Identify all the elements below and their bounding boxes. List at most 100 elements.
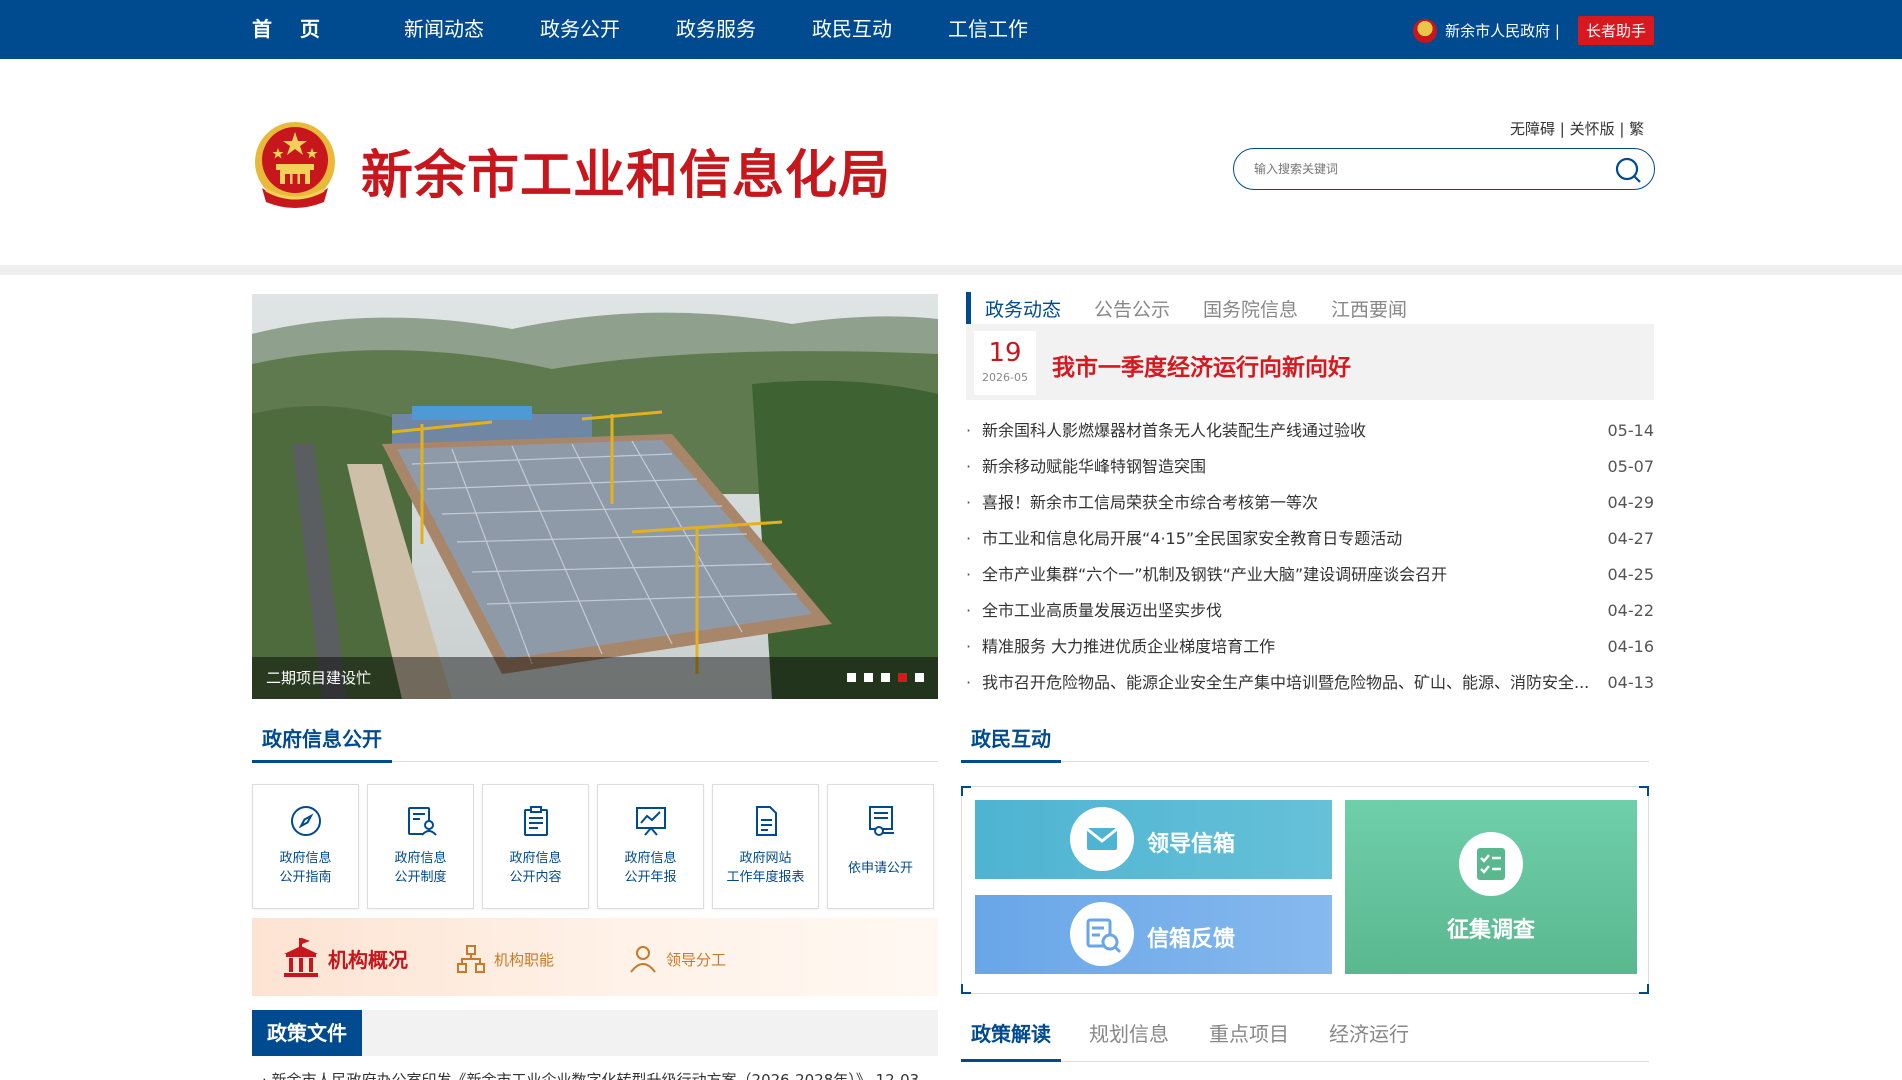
carousel-dot[interactable] [881, 673, 890, 682]
carousel-image [252, 294, 938, 699]
card-label: 政府网站 工作年度报表 [726, 851, 805, 885]
carousel-dot[interactable] [915, 673, 924, 682]
headline-title[interactable]: 我市一季度经济运行向新向好 [1052, 348, 1351, 382]
interaction-box: 领导信箱 信箱反馈 征集调查 [961, 786, 1649, 994]
list-item[interactable]: 我市召开危险物品、能源企业安全生产集中培训暨危险物品、矿山、能源、消防安全...… [966, 665, 1654, 701]
org-overview-link[interactable]: 机构概况 [282, 938, 408, 978]
leader-division-link[interactable]: 领导分工 [628, 944, 726, 974]
national-emblem-icon [1413, 18, 1438, 43]
header-divider [0, 265, 1902, 275]
carousel-caption[interactable]: 二期项目建设忙 [266, 667, 371, 688]
list-item[interactable]: 精准服务 大力推进优质企业梯度培育工作 04-16 [966, 629, 1654, 665]
application-form-icon [868, 806, 894, 836]
government-building-icon [284, 938, 318, 977]
nav-item-news[interactable]: 新闻动态 [404, 0, 484, 59]
nav-menu: 首页 新闻动态 政务公开 政务服务 政民互动 工信工作 [252, 0, 1084, 69]
card-apply-disclosure[interactable]: 依申请公开 [827, 784, 934, 909]
card-disclosure-system[interactable]: 政府信息 公开制度 [367, 784, 474, 909]
gov-info-title[interactable]: 政府信息公开 [252, 719, 392, 763]
interaction-header: 政民互动 [961, 706, 1649, 763]
survey-button[interactable]: 征集调查 [1345, 800, 1637, 974]
org-banner: 机构概况 机构职能 领导分工 [252, 918, 938, 996]
tab-gov-news[interactable]: 政务动态 [985, 295, 1061, 322]
tab-announcements[interactable]: 公告公示 [1094, 295, 1170, 322]
corner-mark [1639, 984, 1649, 994]
accessibility-links[interactable]: 无障碍 | 关怀版 | 繁 [1510, 118, 1644, 139]
compass-icon [290, 806, 321, 836]
list-item[interactable]: 全市工业高质量发展迈出坚实步伐 04-22 [966, 593, 1654, 629]
carousel-dot-active[interactable] [898, 673, 907, 682]
card-website-report[interactable]: 政府网站 工作年度报表 [712, 784, 819, 909]
search-icon[interactable] [1614, 156, 1642, 184]
chart-board-icon [635, 807, 666, 836]
news-date: 04-16 [1607, 637, 1655, 656]
site-title: 新余市工业和信息化局 [361, 146, 892, 206]
tab-policy-interpretation[interactable]: 政策解读 [961, 1018, 1061, 1062]
news-date: 04-27 [1607, 529, 1655, 548]
list-item[interactable]: 全市产业集群“六个一”机制及钢铁“产业大脑”建设调研座谈会召开 04-25 [966, 557, 1654, 593]
leader-division-label: 领导分工 [666, 950, 727, 969]
gov-info-cards: 政府信息 公开指南 政府信息 公开制度 政府信息 公开内容 政府信息 公开年报 [252, 784, 934, 909]
search-input[interactable] [1254, 159, 1594, 179]
card-annual-report[interactable]: 政府信息 公开年报 [597, 784, 704, 909]
news-title: 市工业和信息化局开展“4·15”全民国家安全教育日专题活动 [982, 529, 1403, 548]
news-title: 我市召开危险物品、能源企业安全生产集中培训暨危险物品、矿山、能源、消防安全... [982, 673, 1590, 692]
corner-mark [961, 786, 971, 796]
search-document-icon [1070, 902, 1134, 966]
list-item[interactable]: 喜报！新余市工信局荣获全市综合考核第一等次 04-29 [966, 485, 1654, 521]
card-label: 政府信息 公开年报 [624, 851, 677, 885]
news-tabs: 政务动态 公告公示 国务院信息 江西要闻 [966, 292, 1440, 324]
elder-assistant-button[interactable]: 长者助手 [1577, 16, 1654, 45]
tab-key-projects[interactable]: 重点项目 [1209, 1018, 1289, 1062]
person-icon [630, 946, 656, 973]
leader-mailbox-button[interactable]: 领导信箱 [975, 800, 1332, 879]
org-functions-label: 机构职能 [494, 950, 555, 969]
policy-tabs: 政策解读 规划信息 重点项目 经济运行 [961, 1004, 1649, 1062]
image-carousel[interactable]: 二期项目建设忙 [252, 294, 938, 699]
org-functions-link[interactable]: 机构职能 [456, 944, 554, 974]
policy-doc-item[interactable]: · 新余市人民政府办公室印发《新余市工业企业数字化转型升级行动方案（2026-2… [262, 1069, 938, 1080]
policy-docs-bar: 政策文件 [252, 1010, 938, 1056]
news-title: 喜报！新余市工信局荣获全市综合考核第一等次 [982, 493, 1319, 512]
card-disclosure-guide[interactable]: 政府信息 公开指南 [252, 784, 359, 909]
mailbox-feedback-button[interactable]: 信箱反馈 [975, 895, 1332, 974]
nav-right: 新余市人民政府 | 长者助手 [1413, 16, 1654, 45]
tab-planning-info[interactable]: 规划信息 [1089, 1018, 1169, 1062]
carousel-dot[interactable] [864, 673, 873, 682]
nav-item-interaction[interactable]: 政民互动 [812, 0, 892, 59]
top-nav-inner: 首页 新闻动态 政务公开 政务服务 政民互动 工信工作 新余市人民政府 | 长者… [252, 0, 1654, 69]
carousel-dot[interactable] [847, 673, 856, 682]
list-item[interactable]: 新余移动赋能华峰特钢智造突围 05-07 [966, 449, 1654, 485]
nav-item-industry-work[interactable]: 工信工作 [948, 0, 1028, 59]
carousel-dots [839, 673, 924, 682]
news-list: 新余国科人影燃爆器材首条无人化装配生产线通过验收 05-14 新余移动赋能华峰特钢… [966, 413, 1654, 701]
headline-news: 19 2026-05 我市一季度经济运行向新向好 [966, 324, 1654, 400]
headline-date: 19 2026-05 [974, 331, 1036, 395]
tab-state-council[interactable]: 国务院信息 [1203, 295, 1298, 322]
top-nav-bar: 首页 新闻动态 政务公开 政务服务 政民互动 工信工作 新余市人民政府 | 长者… [0, 0, 1902, 69]
list-item[interactable]: 新余国科人影燃爆器材首条无人化装配生产线通过验收 05-14 [966, 413, 1654, 449]
gov-info-header: 政府信息公开 [252, 706, 938, 763]
nav-item-home[interactable]: 首页 [252, 0, 348, 69]
card-label: 依申请公开 [847, 861, 913, 876]
list-item[interactable]: 市工业和信息化局开展“4·15”全民国家安全教育日专题活动 04-27 [966, 521, 1654, 557]
card-disclosure-content[interactable]: 政府信息 公开内容 [482, 784, 589, 909]
mail-icon [1070, 807, 1134, 871]
tab-economic-operation[interactable]: 经济运行 [1329, 1018, 1409, 1062]
interaction-title[interactable]: 政民互动 [961, 719, 1061, 763]
city-government-link[interactable]: 新余市人民政府 | [1445, 20, 1560, 41]
nav-item-gov-services[interactable]: 政务服务 [676, 0, 756, 59]
mailbox-feedback-label: 信箱反馈 [1147, 927, 1236, 952]
tab-jiangxi-news[interactable]: 江西要闻 [1331, 295, 1407, 322]
policy-docs-title[interactable]: 政策文件 [252, 1010, 362, 1056]
corner-mark [961, 984, 971, 994]
news-date: 04-29 [1607, 493, 1655, 512]
news-date: 04-13 [1607, 673, 1655, 692]
news-panel: 政务动态 公告公示 国务院信息 江西要闻 19 2026-05 我市一季度经济运… [966, 292, 1654, 702]
news-title: 全市产业集群“六个一”机制及钢铁“产业大脑”建设调研座谈会召开 [982, 565, 1448, 584]
document-person-icon [407, 807, 437, 836]
checklist-icon [1459, 832, 1523, 896]
news-date: 04-22 [1607, 601, 1655, 620]
leader-mailbox-label: 领导信箱 [1147, 832, 1236, 857]
nav-item-gov-affairs[interactable]: 政务公开 [540, 0, 620, 59]
